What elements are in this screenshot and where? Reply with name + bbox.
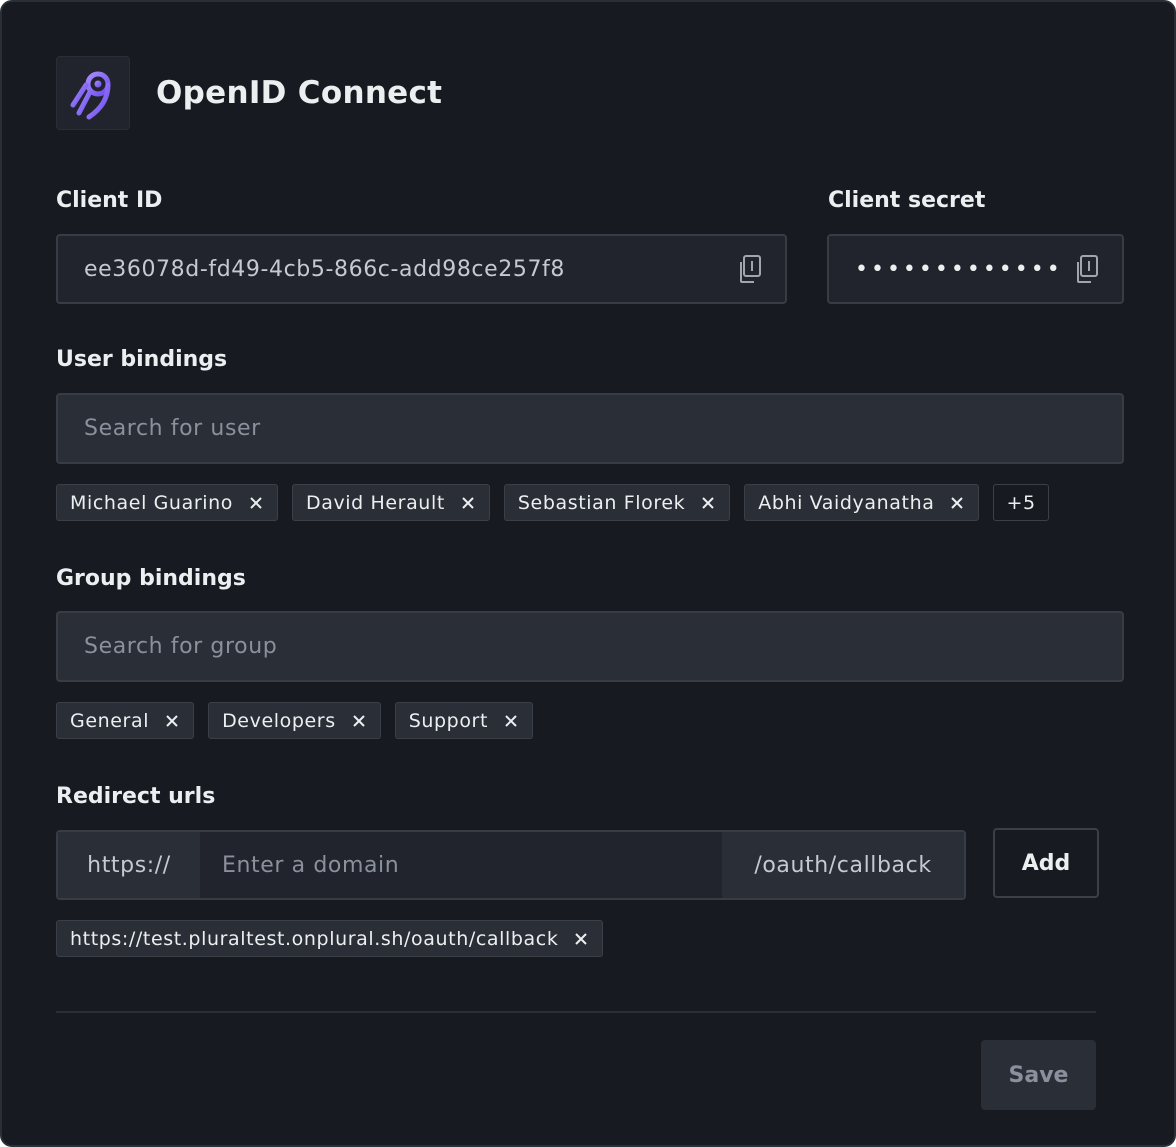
user-chip: David Herault — [291, 484, 490, 521]
plural-logo-icon — [56, 56, 130, 130]
redirect-urls-label: Redirect urls — [56, 784, 216, 809]
chip-label: Support — [408, 709, 489, 732]
group-chip: Support — [394, 702, 534, 739]
close-icon[interactable] — [459, 494, 477, 512]
group-search-field — [56, 611, 1124, 682]
domain-input[interactable] — [202, 832, 722, 898]
more-users-chip[interactable]: +5 — [993, 484, 1049, 521]
close-icon[interactable] — [948, 494, 966, 512]
client-secret-label: Client secret — [828, 188, 986, 213]
user-chip: Michael Guarino — [56, 484, 278, 521]
user-chips: Michael Guarino David Herault Sebastian … — [56, 484, 1049, 521]
group-chip: Developers — [208, 702, 381, 739]
redirect-url-chips: https://test.pluraltest.onplural.sh/oaut… — [56, 920, 604, 957]
url-input-wrap — [202, 832, 722, 898]
add-button[interactable]: Add — [993, 828, 1099, 898]
divider — [56, 1011, 1096, 1013]
chip-label: Sebastian Florek — [517, 491, 686, 514]
user-search-field — [56, 393, 1124, 464]
client-secret-field: ••••••••••••• — [827, 234, 1124, 304]
chip-label: Developers — [222, 709, 336, 732]
panel-header: OpenID Connect — [56, 56, 442, 130]
user-bindings-label: User bindings — [56, 347, 228, 372]
url-suffix: /oauth/callback — [722, 832, 964, 898]
redirect-url-field: https:// /oauth/callback — [56, 830, 966, 900]
close-icon[interactable] — [699, 494, 717, 512]
client-id-value: ee36078d-fd49-4cb5-866c-add98ce257f8 — [84, 256, 565, 282]
chip-label: General — [70, 709, 150, 732]
url-prefix: https:// — [58, 832, 202, 898]
copy-icon[interactable] — [735, 252, 765, 286]
client-secret-value: ••••••••••••• — [855, 256, 1063, 282]
close-icon[interactable] — [350, 712, 368, 730]
group-chip: General — [56, 702, 195, 739]
group-bindings-label: Group bindings — [56, 566, 246, 591]
save-button[interactable]: Save — [981, 1040, 1096, 1110]
chip-label: David Herault — [305, 491, 445, 514]
close-icon[interactable] — [572, 930, 590, 948]
user-chip: Sebastian Florek — [503, 484, 731, 521]
chip-label: Abhi Vaidyanatha — [758, 491, 935, 514]
copy-icon[interactable] — [1072, 252, 1102, 286]
group-chips: General Developers Support — [56, 702, 534, 739]
chip-label: Michael Guarino — [70, 491, 233, 514]
redirect-url-chip: https://test.pluraltest.onplural.sh/oaut… — [56, 920, 604, 957]
user-chip: Abhi Vaidyanatha — [744, 484, 980, 521]
chip-label: https://test.pluraltest.onplural.sh/oaut… — [70, 927, 559, 950]
user-search-input[interactable] — [58, 395, 1122, 462]
close-icon[interactable] — [247, 494, 265, 512]
client-id-field: ee36078d-fd49-4cb5-866c-add98ce257f8 — [56, 234, 787, 304]
page-title: OpenID Connect — [156, 75, 443, 111]
close-icon[interactable] — [502, 712, 520, 730]
client-id-label: Client ID — [56, 188, 163, 213]
oidc-panel: OpenID Connect Client ID ee36078d-fd49-4… — [0, 0, 1176, 1147]
group-search-input[interactable] — [58, 613, 1122, 680]
close-icon[interactable] — [163, 712, 181, 730]
